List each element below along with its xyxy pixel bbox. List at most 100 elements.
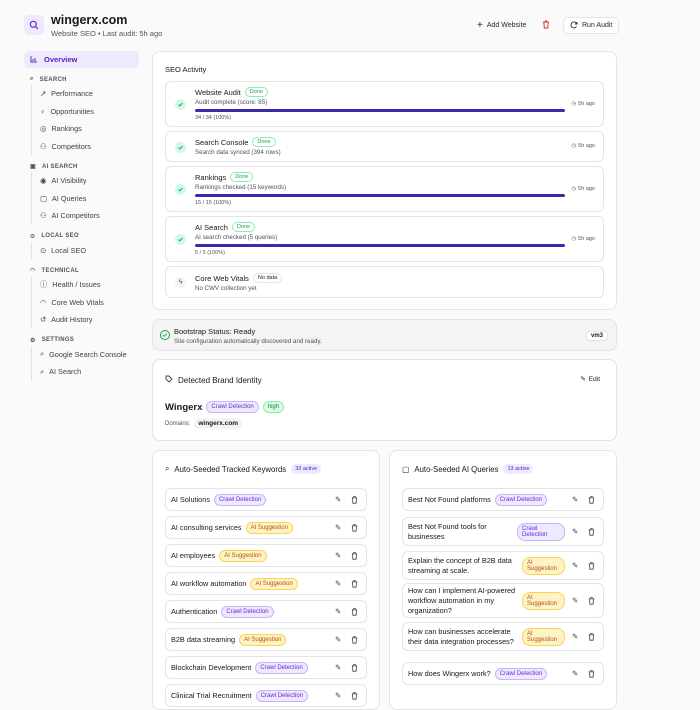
sidebar-item-ai-competitors[interactable]: ⚇ AI Competitors bbox=[40, 207, 139, 225]
pencil-icon[interactable]: ✎ bbox=[332, 551, 344, 560]
trash-icon[interactable] bbox=[348, 551, 360, 560]
bootstrap-desc: Site configuration automatically discove… bbox=[174, 338, 322, 345]
version-badge: vm3 bbox=[585, 331, 608, 341]
sidebar-item-ai-visibility[interactable]: ◉ AI Visibility bbox=[40, 172, 139, 190]
check-circle-icon bbox=[175, 234, 186, 245]
progress-count: 15 / 15 (100%) bbox=[195, 200, 232, 206]
trash-icon[interactable] bbox=[585, 495, 597, 504]
search-icon: ⌕ bbox=[165, 464, 170, 473]
sidebar-item-ai-search-settings[interactable]: ⌕ AI Search bbox=[40, 363, 139, 381]
users-icon: ⚇ bbox=[40, 141, 47, 151]
add-website-button[interactable]: + Add Website bbox=[477, 17, 526, 34]
activity-time: ◷ 5h ago bbox=[571, 101, 595, 107]
count-badge: 33 active bbox=[291, 464, 322, 474]
target-icon: ◎ bbox=[40, 124, 47, 134]
tag-icon bbox=[165, 375, 173, 385]
sidebar-item-audit-history[interactable]: ↺ Audit History bbox=[40, 311, 139, 329]
pencil-icon[interactable]: ✎ bbox=[332, 495, 344, 504]
pencil-icon[interactable]: ✎ bbox=[569, 669, 581, 678]
trash-icon[interactable] bbox=[348, 607, 360, 616]
sidebar-item-google-search-console[interactable]: ⌕ Google Search Console bbox=[40, 346, 139, 364]
bootstrap-status-card: Bootstrap Status: Ready Site configurati… bbox=[152, 319, 617, 351]
pencil-icon[interactable]: ✎ bbox=[569, 527, 581, 536]
pencil-icon[interactable]: ✎ bbox=[332, 523, 344, 532]
run-audit-button[interactable]: Run Audit bbox=[563, 17, 620, 34]
pencil-icon[interactable]: ✎ bbox=[569, 596, 581, 605]
trash-icon[interactable] bbox=[348, 495, 360, 504]
trash-icon[interactable] bbox=[585, 632, 597, 641]
refresh-icon bbox=[570, 20, 578, 31]
sidebar-item-local-seo[interactable]: ⊙ Local SEO bbox=[40, 242, 139, 260]
item-text: Best Not Found platforms bbox=[408, 494, 491, 504]
sidebar-section-settings: ⚙ SETTINGS bbox=[30, 337, 75, 344]
sidebar-item-opportunities[interactable]: ♀ Opportunities bbox=[40, 103, 139, 121]
sidebar-item-core-web-vitals[interactable]: ◠ Core Web Vitals bbox=[40, 294, 139, 312]
sidebar-item-health-issues[interactable]: ⓘ Health / Issues bbox=[40, 276, 139, 294]
status-badge: Done bbox=[244, 87, 268, 97]
sidebar-item-competitors[interactable]: ⚇ Competitors bbox=[40, 138, 139, 156]
eye-icon: ◉ bbox=[40, 176, 47, 186]
activity-website-audit: Website Audit Done Audit complete (score:… bbox=[165, 81, 604, 127]
pencil-icon: ✎ bbox=[580, 376, 586, 383]
activity-desc: No CWV collection yet bbox=[195, 285, 257, 292]
progress-bar bbox=[195, 194, 565, 197]
domain-chip: wingerx.com bbox=[194, 418, 243, 429]
source-badge: Crawl Detection bbox=[221, 605, 274, 618]
pencil-icon[interactable]: ✎ bbox=[332, 635, 344, 644]
pencil-icon[interactable]: ✎ bbox=[332, 663, 344, 672]
item-text: Authentication bbox=[171, 606, 218, 616]
pencil-icon[interactable]: ✎ bbox=[569, 632, 581, 641]
progress-count: 34 / 34 (100%) bbox=[195, 115, 232, 121]
ai-query-row: Best Not Found platforms Crawl Detection … bbox=[402, 488, 604, 511]
domains-label: Domains: bbox=[165, 420, 191, 427]
activity-name: AI Search bbox=[195, 222, 228, 232]
sidebar-section-search: ⌕ SEARCH bbox=[30, 76, 67, 83]
trash-icon[interactable] bbox=[585, 561, 597, 570]
status-badge: Done bbox=[231, 222, 256, 232]
sidebar-item-performance[interactable]: ↗ Performance bbox=[40, 85, 139, 103]
trash-icon[interactable] bbox=[585, 669, 597, 678]
activity-name: Rankings bbox=[195, 172, 227, 182]
trash-icon[interactable] bbox=[348, 579, 360, 588]
source-badge: Crawl Detection bbox=[494, 493, 548, 506]
trash-icon[interactable] bbox=[585, 527, 597, 536]
activity-desc: Search data synced (394 rows) bbox=[195, 149, 281, 156]
trash-icon[interactable] bbox=[348, 523, 360, 532]
keyword-row: Authentication Crawl Detection ✎ bbox=[165, 600, 367, 623]
source-badge: AI Suggestion bbox=[219, 549, 267, 562]
sidebar-item-overview[interactable]: Overview bbox=[24, 51, 139, 68]
source-badge: AI Suggestion bbox=[239, 633, 287, 646]
edit-brand-button[interactable]: ✎ Edit bbox=[580, 375, 600, 384]
pencil-icon[interactable]: ✎ bbox=[332, 579, 344, 588]
item-text: AI employees bbox=[171, 550, 216, 560]
pencil-icon[interactable]: ✎ bbox=[569, 561, 581, 570]
source-badge: Crawl Detection bbox=[255, 661, 308, 674]
activity-name: Website Audit bbox=[195, 87, 241, 97]
pencil-icon[interactable]: ✎ bbox=[332, 607, 344, 616]
keyword-row: AI consulting services AI Suggestion ✎ bbox=[165, 516, 367, 539]
domains-row: Domains: wingerx.com bbox=[165, 418, 243, 429]
source-badge: AI Suggestion bbox=[522, 627, 565, 646]
trash-icon[interactable] bbox=[585, 596, 597, 605]
status-badge: No data bbox=[252, 273, 283, 283]
progress-bar bbox=[195, 109, 565, 112]
delete-website-button[interactable] bbox=[542, 17, 550, 34]
ai-queries-card: ▢ Auto-Seeded AI Queries 13 active Best No… bbox=[389, 450, 617, 710]
trash-icon[interactable] bbox=[348, 663, 360, 672]
search-icon: ⌕ bbox=[30, 76, 34, 82]
gauge-icon: ◠ bbox=[40, 297, 47, 307]
sidebar-item-rankings[interactable]: ◎ Rankings bbox=[40, 120, 139, 138]
item-text: AI consulting services bbox=[171, 522, 242, 532]
pencil-icon[interactable]: ✎ bbox=[569, 495, 581, 504]
keywords-title: ⌕ Auto-Seeded Tracked Keywords 33 active bbox=[165, 464, 322, 474]
sidebar-item-ai-queries[interactable]: ▢ AI Queries bbox=[40, 190, 139, 208]
trash-icon[interactable] bbox=[348, 635, 360, 644]
clock-icon: ◷ bbox=[571, 186, 577, 192]
item-text: AI workflow automation bbox=[171, 578, 247, 588]
trend-icon: ↗ bbox=[40, 89, 47, 99]
bot-icon: ▣ bbox=[30, 164, 36, 170]
source-badge: Crawl Detection bbox=[494, 667, 548, 680]
activity-rankings: Rankings Done Rankings checked (15 keywor… bbox=[165, 166, 604, 212]
check-circle-icon bbox=[175, 184, 186, 195]
source-badge: AI Suggestion bbox=[250, 577, 298, 590]
